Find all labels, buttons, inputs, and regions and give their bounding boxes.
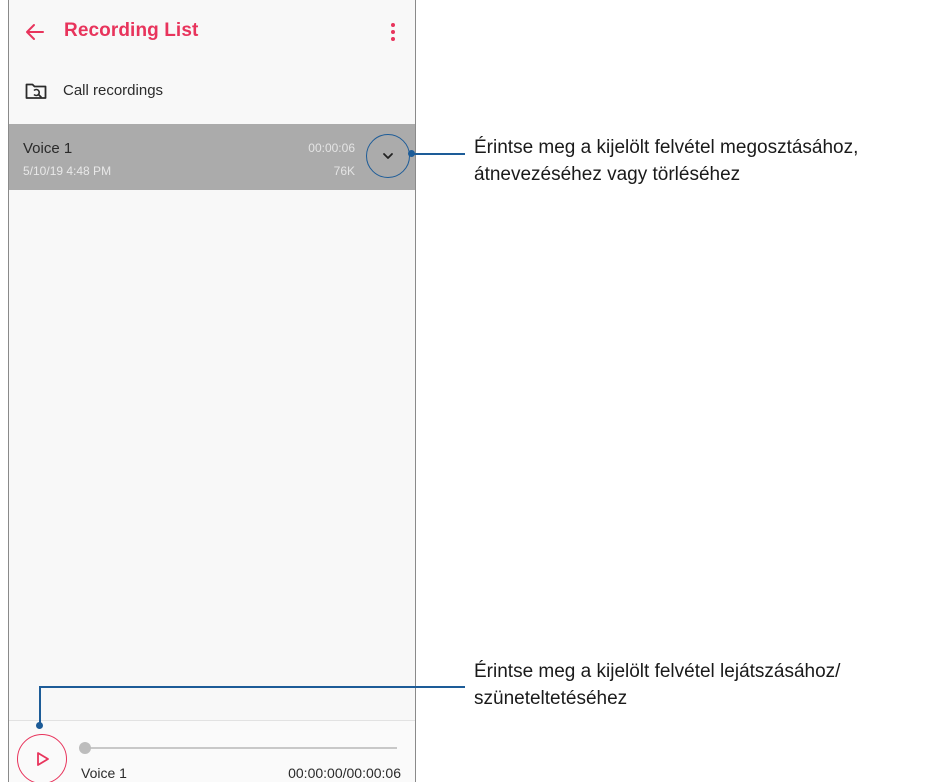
recording-list-item[interactable]: Voice 1 5/10/19 4:48 PM 00:00:06 76K	[9, 124, 415, 190]
folder-icon	[25, 83, 47, 99]
callout-play-line2: szüneteltetéséhez	[474, 688, 628, 709]
recording-size: 76K	[333, 164, 355, 178]
recording-date: 5/10/19 4:48 PM	[23, 164, 112, 178]
player-time: 00:00:00/00:00:06	[288, 765, 401, 781]
seek-thumb[interactable]	[79, 742, 91, 754]
call-recordings-label: Call recordings	[63, 82, 164, 99]
app-bar: Recording List	[9, 0, 415, 66]
callout-expand-text: Érintse meg a kijelölt felvétel megosztá…	[474, 134, 858, 188]
seek-bar[interactable]	[79, 742, 397, 754]
play-icon	[37, 752, 49, 766]
expand-options-button[interactable]	[366, 134, 410, 178]
arrow-left-icon[interactable]	[23, 20, 47, 44]
recording-name: Voice 1	[23, 140, 73, 157]
player-recording-name: Voice 1	[81, 765, 127, 781]
chevron-down-icon	[383, 153, 393, 159]
page-title: Recording List	[64, 20, 199, 41]
callout-play-text: Érintse meg a kijelölt felvétel lejátszá…	[474, 658, 840, 712]
player-bar: Voice 1 00:00:00/00:00:06	[9, 721, 415, 782]
page: Recording List Call recordings Voice 1 5…	[0, 0, 930, 782]
callout-play-line1: Érintse meg a kijelölt felvétel lejátszá…	[474, 661, 841, 682]
callout-expand-line1: Érintse meg a kijelölt felvétel megosztá…	[474, 137, 859, 158]
callout-expand-line2: átnevezéséhez vagy törléséhez	[474, 164, 741, 185]
phone-screen: Recording List Call recordings Voice 1 5…	[8, 0, 416, 782]
play-pause-button[interactable]	[17, 734, 67, 782]
callout-play-horizontal-line	[39, 686, 465, 688]
recording-duration: 00:00:06	[308, 141, 355, 155]
more-vert-icon[interactable]	[383, 20, 403, 44]
callout-play-vertical-line	[39, 686, 41, 724]
call-recordings-item[interactable]: Call recordings	[9, 70, 415, 112]
callout-expand-line	[411, 153, 465, 155]
